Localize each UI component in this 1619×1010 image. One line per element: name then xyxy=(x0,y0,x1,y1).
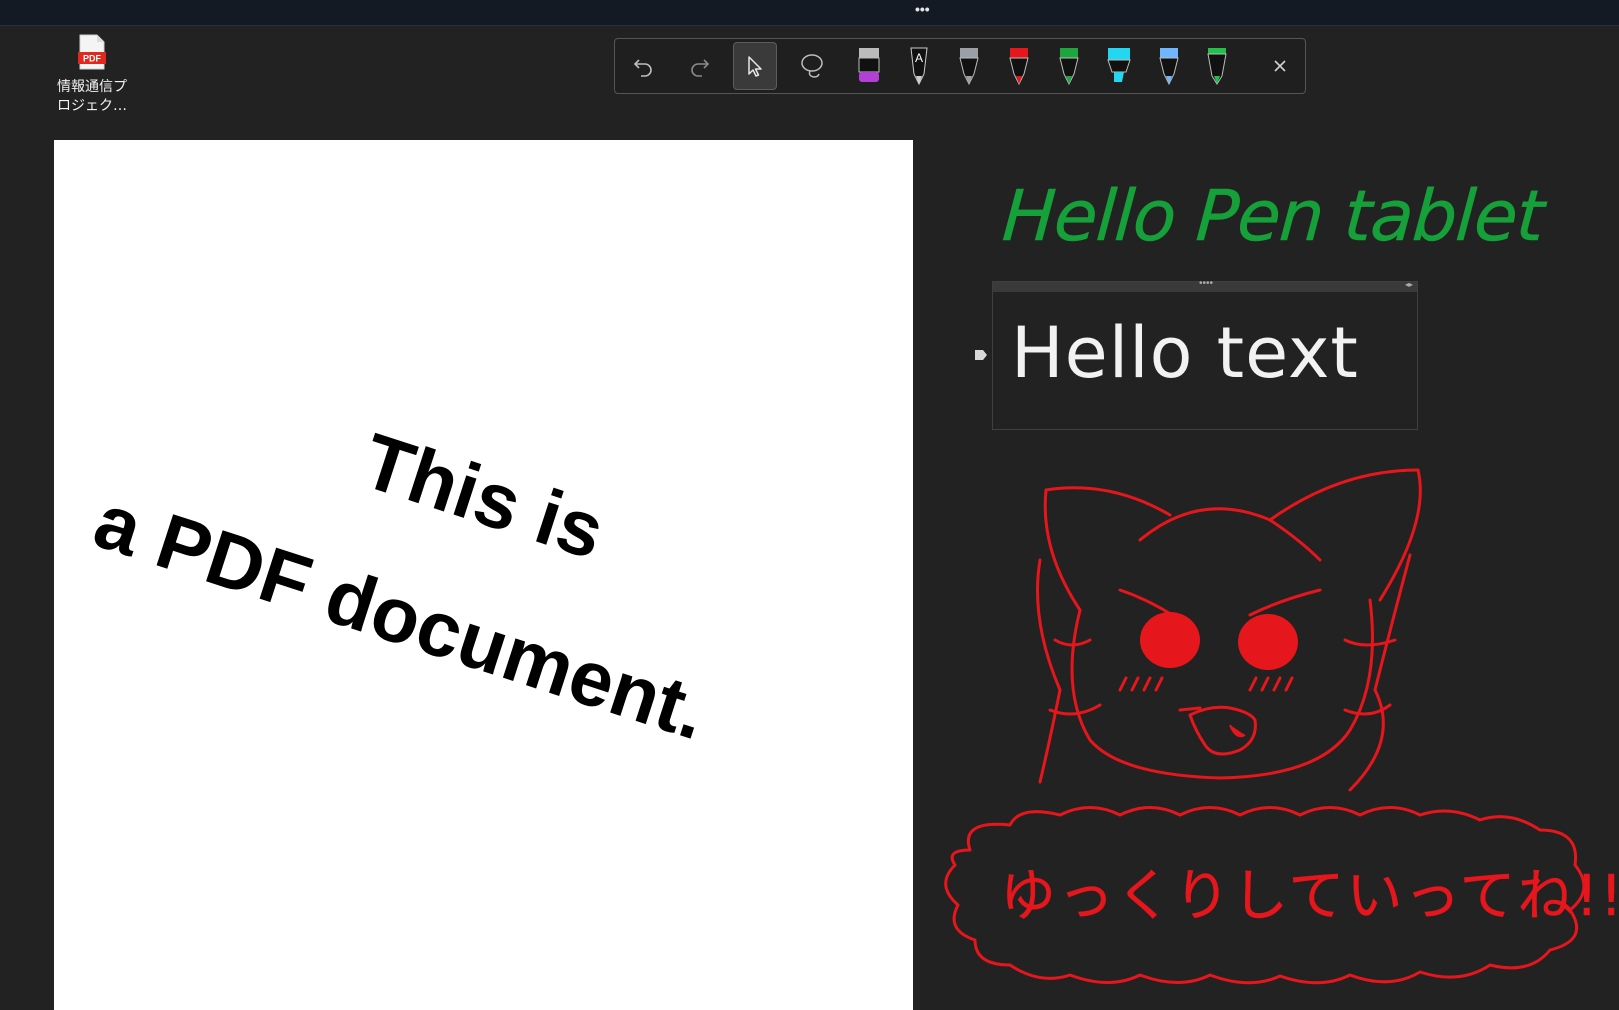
titlebar-menu-dots[interactable]: ••• xyxy=(915,1,930,17)
lasso-tool-button[interactable] xyxy=(790,42,834,90)
purple-eraser-pen-button[interactable] xyxy=(847,42,891,90)
redo-icon xyxy=(691,59,710,77)
window-titlebar: ••• xyxy=(0,0,1619,26)
close-icon xyxy=(1274,60,1286,72)
purple-eraser-pen-icon xyxy=(858,48,880,82)
desktop-pdf-file[interactable]: PDF 情報通信プ ロジェク… xyxy=(52,34,132,116)
drag-grip-icon: •••• xyxy=(1199,278,1214,289)
text-container-content[interactable]: Hello text xyxy=(1011,312,1359,394)
cyan-highlighter-button[interactable] xyxy=(1097,42,1141,90)
pdf-icon-label: PDF xyxy=(83,54,102,64)
ink-toolbar: A xyxy=(614,38,1306,94)
gray-pen-button[interactable] xyxy=(947,42,991,90)
select-tool-button[interactable] xyxy=(733,42,777,90)
gray-pen-icon xyxy=(959,48,979,86)
lasso-icon xyxy=(801,54,823,78)
cyan-highlighter-icon xyxy=(1107,48,1131,82)
green-highlighter-button[interactable] xyxy=(1195,42,1239,90)
blue-fountain-pen-icon xyxy=(1159,48,1179,86)
pdf-page: This is a PDF document. xyxy=(54,140,913,1010)
select-icon xyxy=(748,56,762,77)
red-pen-icon xyxy=(1009,48,1029,86)
green-pen-icon xyxy=(1059,48,1079,86)
paragraph-marker-icon[interactable] xyxy=(974,348,988,362)
green-handwriting: Hello Pen tablet xyxy=(1000,175,1549,257)
gray-text-pen-button[interactable]: A xyxy=(897,42,941,90)
close-toolbar-button[interactable] xyxy=(1258,42,1302,90)
red-pen-button[interactable] xyxy=(997,42,1041,90)
undo-button[interactable] xyxy=(621,42,665,90)
text-container[interactable]: •••• ◂▸ Hello text xyxy=(992,278,1418,430)
resize-arrows-icon[interactable]: ◂▸ xyxy=(1405,280,1413,289)
redo-button[interactable] xyxy=(678,42,722,90)
green-highlighter-icon xyxy=(1207,48,1227,85)
pdf-file-icon: PDF xyxy=(78,34,106,70)
undo-icon xyxy=(633,59,652,77)
speech-cloud xyxy=(944,806,1586,985)
svg-text:A: A xyxy=(915,51,923,65)
red-handwriting: ゆっくりしていってね!! xyxy=(1000,864,1619,929)
text-container-handle[interactable]: •••• ◂▸ xyxy=(993,278,1417,292)
pdf-text-line-1: This is xyxy=(352,415,615,576)
left-eye xyxy=(1140,612,1200,668)
blue-fountain-pen-button[interactable] xyxy=(1147,42,1191,90)
red-face-sketch xyxy=(1036,468,1422,792)
desktop-file-name: 情報通信プ ロジェク… xyxy=(57,79,127,114)
green-pen-button[interactable] xyxy=(1047,42,1091,90)
gray-text-pen-icon: A xyxy=(910,47,928,86)
right-eye xyxy=(1238,614,1298,670)
